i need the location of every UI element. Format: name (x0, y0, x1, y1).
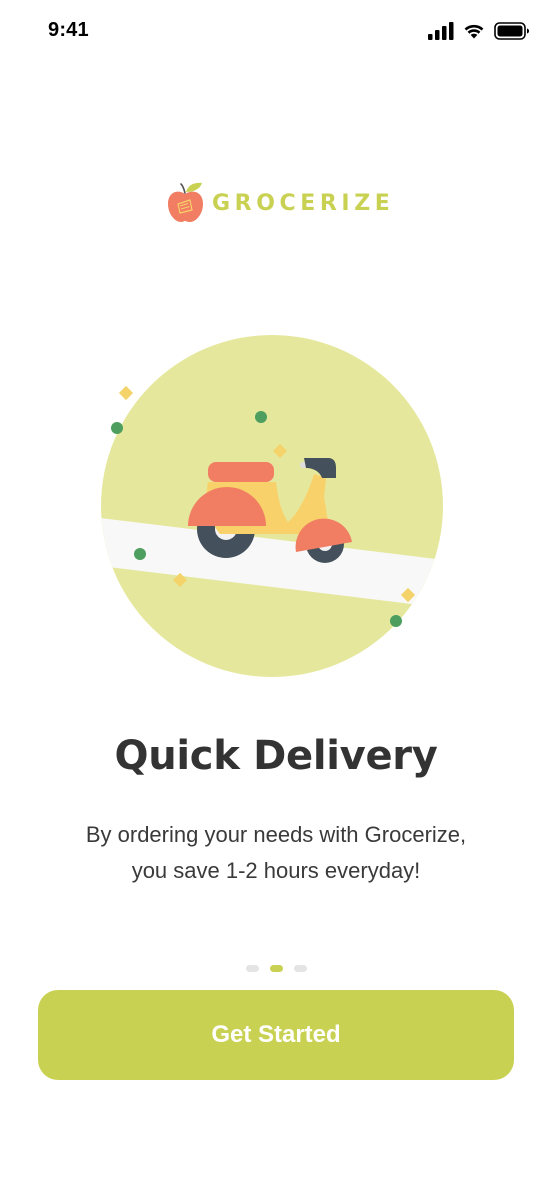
description-line-1: By ordering your needs with Grocerize, (85, 822, 467, 847)
apple-icon (166, 180, 206, 224)
status-icons (428, 20, 530, 42)
page-dot-3[interactable] (293, 965, 307, 972)
scooter-icon (101, 335, 443, 677)
onboarding-description: By ordering your needs with Grocerize, y… (40, 817, 512, 889)
page-dot-1[interactable] (245, 965, 259, 972)
wifi-icon (462, 22, 486, 40)
description-line-2: you save 1-2 hours everyday! (131, 858, 421, 883)
page-dot-2-active[interactable] (269, 965, 283, 972)
page-indicator (0, 965, 552, 972)
delivery-illustration (100, 334, 444, 678)
status-bar: 9:41 (0, 0, 552, 64)
app-logo: GROCERIZE (166, 180, 394, 224)
logo-wordmark: GROCERIZE (212, 190, 395, 216)
cellular-signal-icon (428, 22, 454, 40)
status-time: 9:41 (48, 19, 89, 41)
battery-icon (494, 22, 530, 40)
get-started-button[interactable]: Get Started (38, 990, 514, 1080)
onboarding-title: Quick Delivery (114, 733, 438, 779)
